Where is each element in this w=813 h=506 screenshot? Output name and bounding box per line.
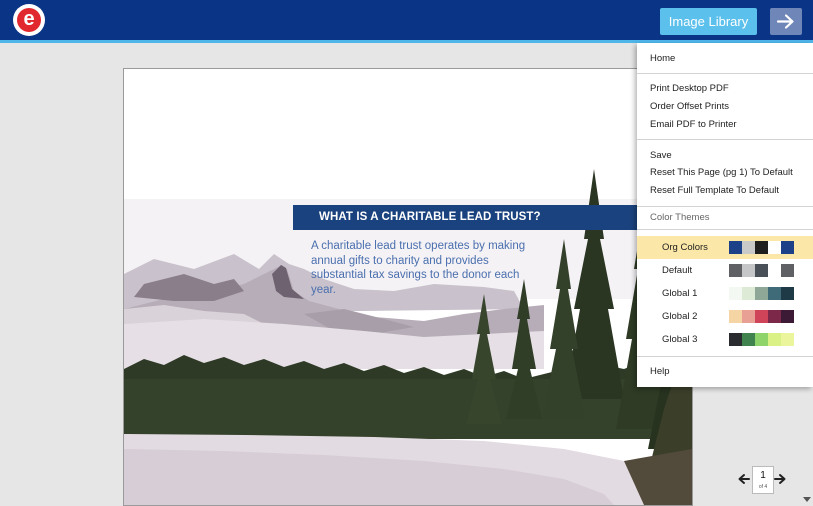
color-swatch — [768, 287, 781, 300]
document-body-text[interactable]: A charitable lead trust operates by maki… — [311, 239, 526, 297]
color-swatch — [742, 310, 755, 323]
color-swatch — [768, 241, 781, 254]
theme-name: Org Colors — [662, 242, 708, 253]
page-count: of 4 — [758, 484, 768, 490]
menu-divider — [637, 356, 813, 357]
arrow-left-icon[interactable] — [738, 473, 750, 485]
arrow-right-icon[interactable] — [774, 473, 786, 485]
theme-name: Global 2 — [662, 311, 698, 322]
menu-item-reset-page[interactable]: Reset This Page (pg 1) To Default — [650, 167, 793, 178]
color-themes-label: Color Themes — [650, 212, 710, 223]
theme-row-global-3[interactable]: Global 3 — [637, 328, 813, 351]
menu-divider — [637, 206, 813, 207]
color-swatch — [742, 241, 755, 254]
page-indicator[interactable]: 1 of 4 — [752, 466, 774, 494]
image-library-button[interactable]: Image Library — [660, 8, 757, 35]
logo-letter: e — [17, 8, 41, 32]
document-title[interactable]: WHAT IS A CHARITABLE LEAD TRUST? — [319, 205, 541, 230]
color-swatch — [768, 333, 781, 346]
color-swatch — [729, 241, 742, 254]
app-logo[interactable]: e — [13, 4, 45, 36]
menu-item-order-offset-prints[interactable]: Order Offset Prints — [650, 101, 729, 112]
color-swatch — [781, 310, 794, 323]
color-swatch — [755, 287, 768, 300]
menu-item-reset-template[interactable]: Reset Full Template To Default — [650, 185, 779, 196]
menu-divider — [637, 229, 813, 230]
color-swatch — [729, 264, 742, 277]
color-swatch — [742, 333, 755, 346]
color-swatch — [768, 264, 781, 277]
color-swatch — [755, 241, 768, 254]
color-swatch — [755, 310, 768, 323]
theme-name: Global 3 — [662, 334, 698, 345]
theme-name: Global 1 — [662, 288, 698, 299]
scroll-down-icon[interactable] — [802, 494, 812, 504]
color-swatch — [729, 310, 742, 323]
options-menu: Home Print Desktop PDF Order Offset Prin… — [637, 43, 813, 387]
color-swatch — [755, 264, 768, 277]
menu-item-email-pdf[interactable]: Email PDF to Printer — [650, 119, 737, 130]
color-swatch — [742, 287, 755, 300]
theme-name: Default — [662, 265, 693, 276]
theme-row-org-colors[interactable]: Org Colors — [637, 236, 813, 259]
color-swatch — [781, 241, 794, 254]
menu-item-help[interactable]: Help — [650, 366, 670, 377]
color-swatch — [742, 264, 755, 277]
theme-row-default[interactable]: Default — [637, 259, 813, 282]
menu-item-print-desktop-pdf[interactable]: Print Desktop PDF — [650, 83, 729, 94]
color-swatch — [781, 333, 794, 346]
color-swatch — [729, 333, 742, 346]
current-page-number: 1 — [760, 470, 766, 481]
color-swatch — [781, 264, 794, 277]
next-button[interactable] — [770, 8, 802, 35]
color-swatch — [755, 333, 768, 346]
theme-row-global-1[interactable]: Global 1 — [637, 282, 813, 305]
menu-divider — [637, 139, 813, 140]
menu-item-home[interactable]: Home — [650, 53, 675, 64]
color-swatch — [729, 287, 742, 300]
theme-row-global-2[interactable]: Global 2 — [637, 305, 813, 328]
color-swatch — [781, 287, 794, 300]
arrow-right-icon — [776, 14, 794, 29]
menu-divider — [637, 73, 813, 74]
menu-item-save[interactable]: Save — [650, 150, 672, 161]
color-swatch — [768, 310, 781, 323]
